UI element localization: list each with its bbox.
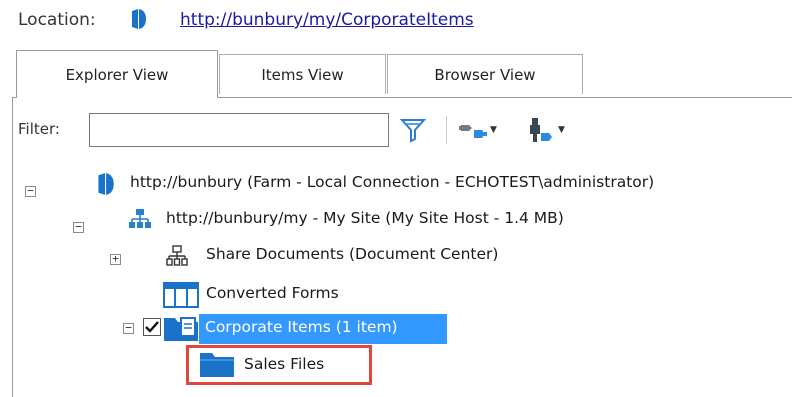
tree-node-share-documents[interactable]: Share Documents (Document Center) (206, 245, 498, 263)
checkmark-icon (145, 321, 159, 333)
disconnect-dropdown-button[interactable]: ▼ (526, 114, 582, 146)
apply-filter-button[interactable] (400, 114, 434, 146)
disconnect-plug-icon (530, 118, 552, 142)
highlight-annotation-box (186, 345, 372, 385)
corporate-items-checkbox[interactable] (143, 318, 161, 336)
site-icon (166, 245, 188, 266)
chevron-down-icon: ▼ (490, 125, 497, 135)
tree-node-mysite[interactable]: http://bunbury/my - My Site (My Site Hos… (166, 209, 564, 227)
list-icon (163, 282, 199, 308)
funnel-icon (400, 119, 426, 143)
collapse-toggle-corporate-items[interactable]: − (123, 322, 134, 334)
collapse-toggle-farm[interactable]: − (25, 185, 36, 197)
connect-plug-icon (459, 125, 487, 138)
tree-node-converted-forms[interactable]: Converted Forms (206, 284, 339, 302)
chevron-down-icon: ▼ (558, 125, 565, 135)
sharepoint-farm-icon (132, 9, 146, 29)
expand-toggle-share-documents[interactable]: + (110, 253, 121, 265)
sharepoint-farm-icon (98, 173, 114, 195)
filter-input[interactable] (89, 113, 389, 147)
tab-browser-view[interactable]: Browser View (387, 54, 583, 94)
tab-items-view[interactable]: Items View (219, 54, 386, 94)
site-collection-icon (129, 209, 151, 228)
document-library-icon (164, 317, 198, 341)
collapse-toggle-mysite[interactable]: − (73, 221, 84, 233)
location-label: Location: (18, 10, 96, 30)
filter-label: Filter: (18, 120, 60, 138)
toolbar-separator (446, 116, 447, 144)
connect-dropdown-button[interactable]: ▼ (458, 114, 514, 146)
tree-node-farm[interactable]: http://bunbury (Farm - Local Connection … (130, 173, 654, 191)
tab-explorer-view[interactable]: Explorer View (16, 50, 218, 98)
tree-node-corporate-items[interactable]: Corporate Items (1 item) (205, 318, 398, 336)
location-url-link[interactable]: http://bunbury/my/CorporateItems (180, 10, 474, 30)
